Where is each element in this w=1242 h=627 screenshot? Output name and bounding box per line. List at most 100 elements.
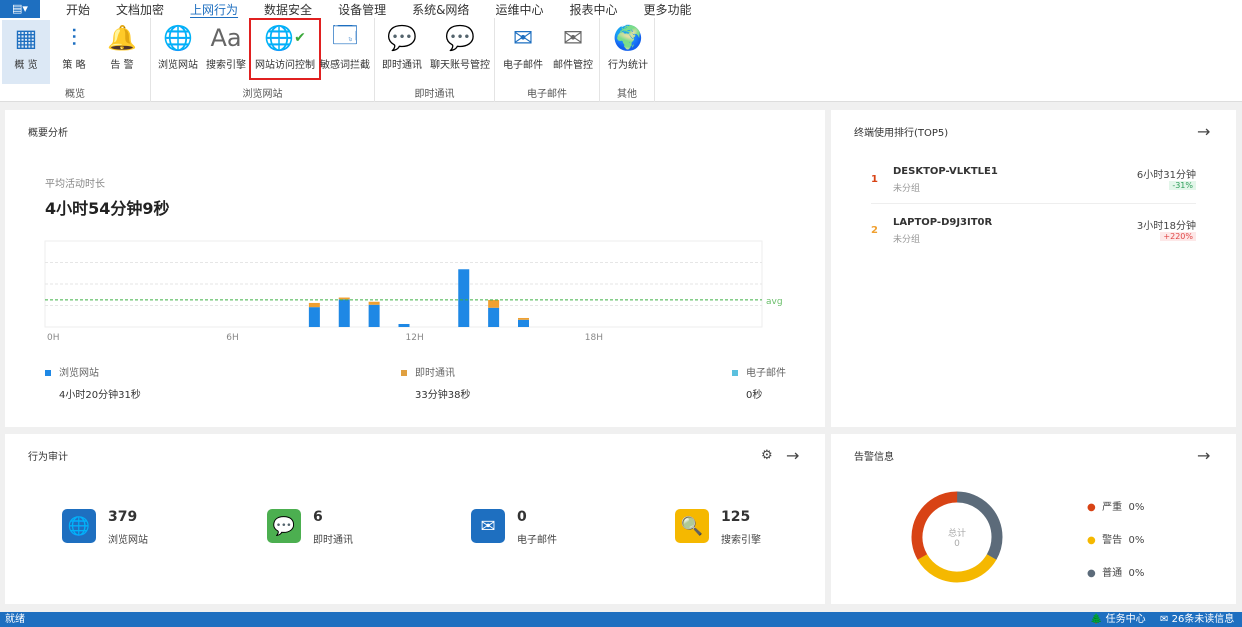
- document-menu-icon: ▤▾: [12, 2, 28, 15]
- stat-email[interactable]: ✉ 0 电子邮件: [471, 509, 557, 546]
- window-shield-icon: 🗔: [331, 20, 359, 49]
- bar-即时通讯: [488, 299, 500, 308]
- label: 告 警: [110, 60, 134, 71]
- app-menu-button[interactable]: ▤▾: [0, 0, 40, 18]
- search-icon: 🔍: [675, 509, 709, 543]
- device-name: DESKTOP-VLKTLE1: [893, 166, 998, 177]
- rank: 2: [871, 225, 878, 236]
- label: 敏感词拦截: [320, 60, 370, 71]
- legend-name: 普通: [1102, 568, 1123, 579]
- label: 电子邮件: [503, 60, 543, 71]
- arrow-right-icon[interactable]: →: [786, 446, 799, 465]
- legend-swatch: [732, 370, 738, 376]
- legend-name: 浏览网站: [59, 368, 99, 379]
- legend-name: 电子邮件: [746, 368, 786, 379]
- bell-icon: 🔔: [107, 24, 137, 52]
- bar-浏览网站: [308, 307, 320, 327]
- task-center[interactable]: 🌲 任务中心: [1090, 612, 1146, 627]
- group-label: 电子邮件: [527, 89, 567, 100]
- unread-messages[interactable]: ✉ 26条未读信息: [1160, 612, 1234, 627]
- group-label: 概览: [65, 89, 85, 100]
- im-button[interactable]: 💬 即时通讯: [379, 20, 425, 84]
- gear-icon[interactable]: ⚙: [761, 448, 773, 463]
- menubar: ▤▾ 开始 文档加密 上网行为 数据安全 设备管理 系统&网络 运维中心 报表中…: [0, 0, 1242, 18]
- label: 聊天账号管控: [430, 60, 490, 71]
- menu-start[interactable]: 开始: [53, 1, 103, 18]
- stat-value: 125: [721, 509, 751, 525]
- arrow-right-icon[interactable]: →: [1197, 122, 1210, 141]
- label: 策 略: [62, 60, 86, 71]
- menu-device-mgmt[interactable]: 设备管理: [325, 1, 399, 18]
- menu-web-behavior[interactable]: 上网行为: [177, 1, 251, 18]
- legend-value: 0秒: [746, 390, 763, 401]
- globe-check-icon: 🌐 ✔: [264, 24, 306, 52]
- unread-label: 26条未读信息: [1171, 614, 1235, 625]
- activity-chart: avg 0H 6H 12H 18H: [44, 240, 783, 343]
- menu-more[interactable]: 更多功能: [630, 1, 704, 18]
- x-tick-label: 0H: [47, 333, 60, 343]
- status-bar: 就绪 🌲 任务中心 ✉ 26条未读信息: [0, 612, 1242, 627]
- chat-user-icon: 💬: [445, 24, 475, 52]
- globe-icon: 🌐: [62, 509, 96, 543]
- policy-button[interactable]: ⫶ 策 略: [52, 20, 96, 84]
- globe-stats-icon: 🌍: [613, 24, 643, 52]
- stat-label: 搜索引擎: [721, 535, 761, 546]
- grid-icon: ▦: [14, 24, 38, 52]
- stat-im[interactable]: 💬 6 即时通讯: [267, 509, 353, 546]
- bar-即时通讯: [518, 317, 529, 320]
- legend-im: 即时通讯 33分钟38秒: [401, 364, 470, 401]
- stat-browse[interactable]: 🌐 379 浏览网站: [62, 509, 148, 546]
- overview-button[interactable]: ▦ 概 览: [2, 20, 50, 84]
- legend-value: 0%: [1128, 568, 1145, 579]
- stat-value: 0: [517, 509, 527, 525]
- list-item[interactable]: 2 LAPTOP-D9J3IT0R 未分组 3小时18分钟 +220%: [871, 215, 1196, 255]
- chat-icon: 💬: [387, 24, 417, 52]
- sliders-icon: ⫶: [71, 24, 77, 52]
- bar-即时通讯: [368, 301, 380, 305]
- avg-label: avg: [766, 297, 783, 307]
- ribbon: ▦ 概 览 ⫶ 策 略 🔔 告 警 概览 🌐 浏览网站 Aa 搜索引擎 🌐 ✔ 网站访问控制 …: [0, 18, 1242, 102]
- menu-ops-center[interactable]: 运维中心: [482, 1, 556, 18]
- legend-value: 0%: [1128, 502, 1145, 513]
- mail-control-button[interactable]: ✉ 邮件管控: [549, 20, 597, 84]
- website-access-control-button[interactable]: 🌐 ✔ 网站访问控制: [249, 18, 321, 80]
- stat-search[interactable]: 🔍 125 搜索引擎: [675, 509, 761, 546]
- list-item[interactable]: 1 DESKTOP-VLKTLE1 未分组 6小时31分钟 -31%: [871, 164, 1196, 204]
- device-name: LAPTOP-D9J3IT0R: [893, 217, 993, 228]
- browse-web-button[interactable]: 🌐 浏览网站: [155, 20, 201, 84]
- group-browse: 🌐 浏览网站 Aa 搜索引擎 🌐 ✔ 网站访问控制 🗔 敏感词拦截 浏览网站: [151, 18, 375, 102]
- menu-data-security[interactable]: 数据安全: [251, 1, 325, 18]
- legend-name: 严重: [1102, 502, 1123, 513]
- group: 未分组: [893, 235, 921, 245]
- alerts-panel: 告警信息 → 总计 0 ● 严重 0% ● 警告 0% ● 普通 0%: [831, 434, 1236, 604]
- audit-panel: 行为审计 ⚙ → 🌐 379 浏览网站 💬 6 即时通讯 ✉ 0 电子邮件 🔍 125 搜索引擎: [5, 434, 825, 604]
- behavior-stats-button[interactable]: 🌍 行为统计: [604, 20, 652, 84]
- label: 网站访问控制: [255, 60, 315, 71]
- overview-panel: 概要分析 平均活动时长 4小时54分钟9秒 avg 0H 6H 12H 18H 浏览网站…: [5, 110, 825, 427]
- usage-time: 6小时31分钟: [1136, 170, 1196, 181]
- menu-system-network[interactable]: 系统&网络: [399, 1, 482, 18]
- label: 搜索引擎: [206, 60, 246, 71]
- email-button[interactable]: ✉ 电子邮件: [499, 20, 547, 84]
- avg-value: 4小时54分钟9秒: [45, 199, 170, 218]
- legend-value: 0%: [1128, 535, 1145, 546]
- stat-value: 379: [108, 509, 138, 525]
- chat-account-button[interactable]: 💬 聊天账号管控: [427, 20, 493, 84]
- change-badge: -31%: [1169, 181, 1196, 190]
- menu-doc-encrypt[interactable]: 文档加密: [103, 1, 177, 18]
- legend-critical: ● 严重 0%: [1087, 502, 1145, 513]
- menu-report-center[interactable]: 报表中心: [556, 1, 630, 18]
- stat-label: 电子邮件: [517, 535, 557, 546]
- group-im: 💬 即时通讯 💬 聊天账号管控 即时通讯: [375, 18, 495, 102]
- group-label: 浏览网站: [242, 89, 283, 100]
- alarm-button[interactable]: 🔔 告 警: [100, 20, 144, 84]
- bar-浏览网站: [488, 307, 500, 327]
- legend-name: 警告: [1102, 535, 1123, 546]
- arrow-right-icon[interactable]: →: [1197, 446, 1210, 465]
- group-label: 其他: [617, 89, 637, 100]
- font-aa-icon: Aa: [210, 24, 242, 52]
- search-engine-button[interactable]: Aa 搜索引擎: [203, 20, 249, 84]
- panel-title: 概要分析: [28, 128, 68, 139]
- mail-icon: ✉: [1160, 614, 1169, 625]
- sensitive-word-button[interactable]: 🗔 敏感词拦截: [319, 20, 371, 84]
